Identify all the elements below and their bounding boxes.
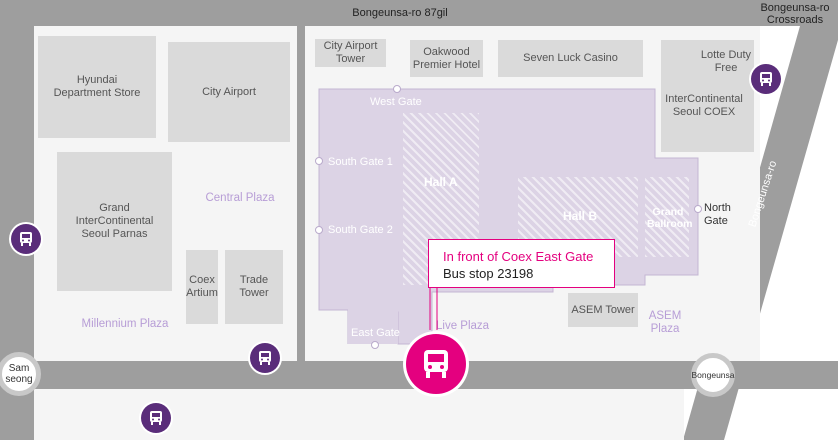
bus-stop-callout: In front of Coex East Gate Bus stop 2319… xyxy=(428,239,615,288)
callout-location: In front of Coex East Gate xyxy=(443,249,594,264)
highlighted-bus-stop[interactable] xyxy=(406,334,466,394)
coex-map: Bongeunsa-ro 87gil Hyundai Department St… xyxy=(0,0,838,440)
callout-bus-stop-number: Bus stop 23198 xyxy=(443,266,534,281)
bus-icon xyxy=(424,350,448,378)
